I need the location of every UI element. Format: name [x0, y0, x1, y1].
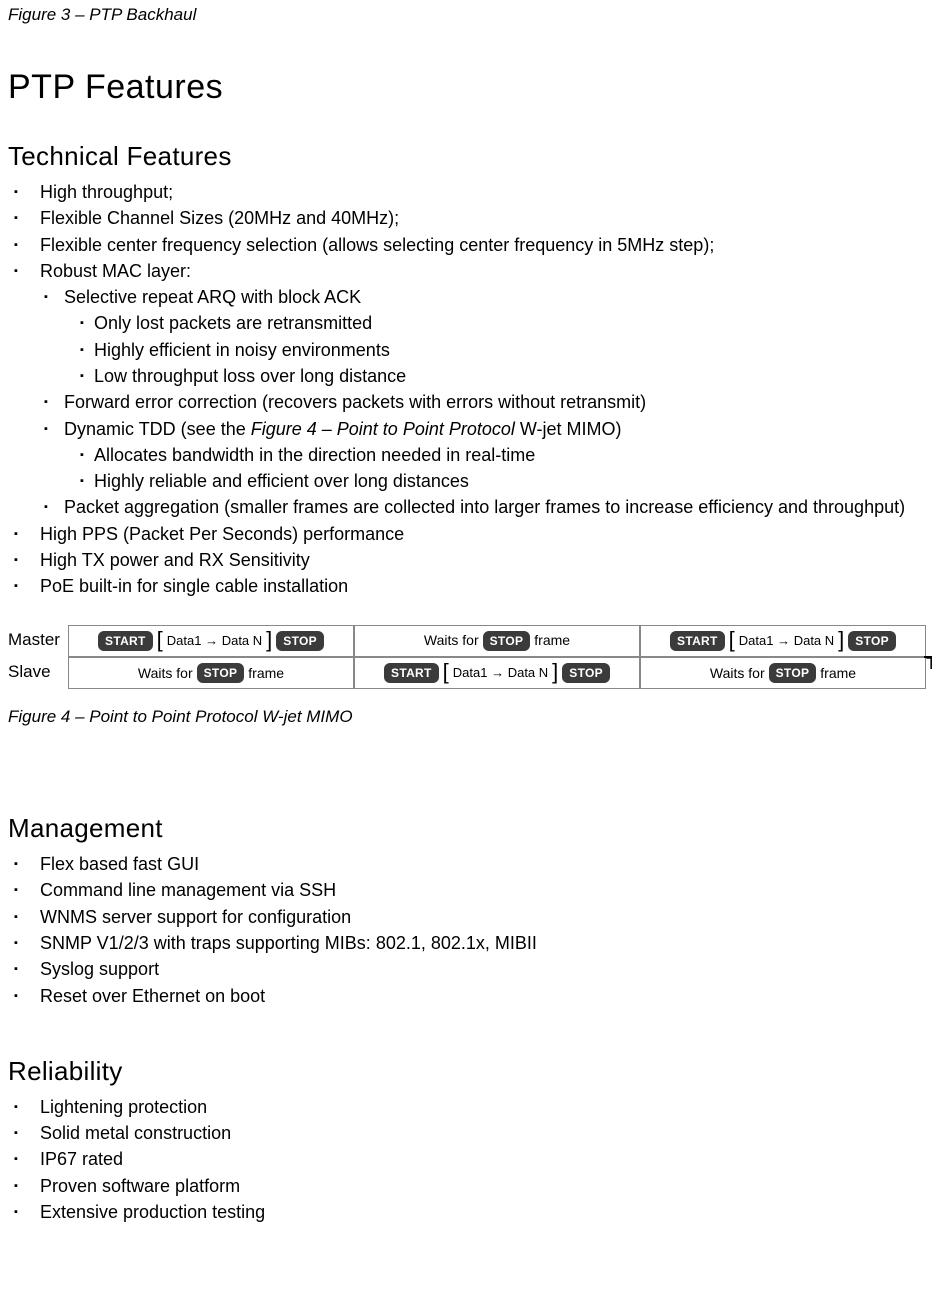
bracket-icon: [	[443, 666, 449, 678]
stop-pill: STOP	[483, 631, 531, 651]
list-item: Packet aggregation (smaller frames are c…	[42, 495, 924, 519]
stop-pill: STOP	[562, 663, 610, 683]
waits-label: frame	[534, 631, 570, 650]
figure-reference: Figure 4 – Point to Point Protocol	[251, 419, 515, 439]
list-item: Flexible Channel Sizes (20MHz and 40MHz)…	[12, 206, 924, 230]
figure-4-diagram: Master START [ Data1 → Data N ] STOP Wai…	[8, 625, 924, 714]
diagram-cell: START [ Data1 → Data N ] STOP	[354, 657, 640, 689]
list-item: Allocates bandwidth in the direction nee…	[80, 443, 924, 467]
technical-features-list: High throughput; Flexible Channel Sizes …	[12, 180, 924, 599]
list-item: Highly reliable and efficient over long …	[80, 469, 924, 493]
waits-label: frame	[248, 664, 284, 683]
list-item: Lightening protection	[12, 1095, 924, 1119]
data-sequence-label: Data1 → Data N	[453, 664, 548, 682]
diagram-cell: START [ Data1 → Data N ] STOP	[640, 625, 926, 657]
reliability-list: Lightening protection Solid metal constr…	[12, 1095, 924, 1224]
list-item: Low throughput loss over long distance	[80, 364, 924, 388]
list-item: Extensive production testing	[12, 1200, 924, 1224]
list-item: Flexible center frequency selection (all…	[12, 233, 924, 257]
list-item: High throughput;	[12, 180, 924, 204]
list-item: Reset over Ethernet on boot	[12, 984, 924, 1008]
list-item: Highly efficient in noisy environments	[80, 338, 924, 362]
bracket-icon: [	[157, 634, 163, 646]
page-title: PTP Features	[8, 65, 924, 111]
time-axis-label: Time	[926, 654, 932, 673]
start-pill: START	[98, 631, 153, 651]
reliability-heading: Reliability	[8, 1054, 924, 1089]
list-item: Solid metal construction	[12, 1121, 924, 1145]
list-item: High TX power and RX Sensitivity	[12, 548, 924, 572]
technical-features-heading: Technical Features	[8, 139, 924, 174]
sub-list: Selective repeat ARQ with block ACK Only…	[42, 285, 924, 520]
list-item: Robust MAC layer: Selective repeat ARQ w…	[12, 259, 924, 520]
diagram-cell: Waits for STOP frame	[68, 657, 354, 689]
list-item: Selective repeat ARQ with block ACK Only…	[42, 285, 924, 388]
list-item: Proven software platform	[12, 1174, 924, 1198]
subsub-list: Only lost packets are retransmitted High…	[80, 311, 924, 388]
diagram-row-label-slave: Slave	[8, 657, 68, 689]
start-pill: START	[670, 631, 725, 651]
diagram-cell: START [ Data1 → Data N ] STOP	[68, 625, 354, 657]
list-item: WNMS server support for configuration	[12, 905, 924, 929]
management-list: Flex based fast GUI Command line managem…	[12, 852, 924, 1008]
list-item: Dynamic TDD (see the Figure 4 – Point to…	[42, 417, 924, 494]
bracket-icon: [	[729, 634, 735, 646]
bracket-icon: ]	[838, 634, 844, 646]
diagram-cell: Waits for STOP frame	[354, 625, 640, 657]
list-item: Syslog support	[12, 957, 924, 981]
list-item: Flex based fast GUI	[12, 852, 924, 876]
data-sequence-label: Data1 → Data N	[167, 632, 262, 650]
stop-pill: STOP	[848, 631, 896, 651]
list-item-label: Selective repeat ARQ with block ACK	[64, 287, 361, 307]
management-heading: Management	[8, 811, 924, 846]
waits-label: Waits for	[138, 664, 193, 683]
list-item: IP67 rated	[12, 1147, 924, 1171]
list-item-label: W-jet MIMO)	[515, 419, 622, 439]
list-item: Command line management via SSH	[12, 878, 924, 902]
figure-3-caption: Figure 3 – PTP Backhaul	[8, 4, 924, 27]
stop-pill: STOP	[769, 663, 817, 683]
list-item: Only lost packets are retransmitted	[80, 311, 924, 335]
start-pill: START	[384, 663, 439, 683]
list-item-label: Robust MAC layer:	[40, 261, 191, 281]
waits-label: frame	[820, 664, 856, 683]
figure-4-caption: Figure 4 – Point to Point Protocol W-jet…	[8, 706, 924, 729]
waits-label: Waits for	[424, 631, 479, 650]
list-item: SNMP V1/2/3 with traps supporting MIBs: …	[12, 931, 924, 955]
list-item-label: Dynamic TDD (see the	[64, 419, 251, 439]
diagram-cell: Waits for STOP frame	[640, 657, 926, 689]
bracket-icon: ]	[552, 666, 558, 678]
list-item: PoE built-in for single cable installati…	[12, 574, 924, 598]
stop-pill: STOP	[197, 663, 245, 683]
list-item: High PPS (Packet Per Seconds) performanc…	[12, 522, 924, 546]
bracket-icon: ]	[266, 634, 272, 646]
waits-label: Waits for	[710, 664, 765, 683]
list-item: Forward error correction (recovers packe…	[42, 390, 924, 414]
data-sequence-label: Data1 → Data N	[739, 632, 834, 650]
diagram-row-label-master: Master	[8, 625, 68, 657]
subsub-list: Allocates bandwidth in the direction nee…	[80, 443, 924, 494]
stop-pill: STOP	[276, 631, 324, 651]
